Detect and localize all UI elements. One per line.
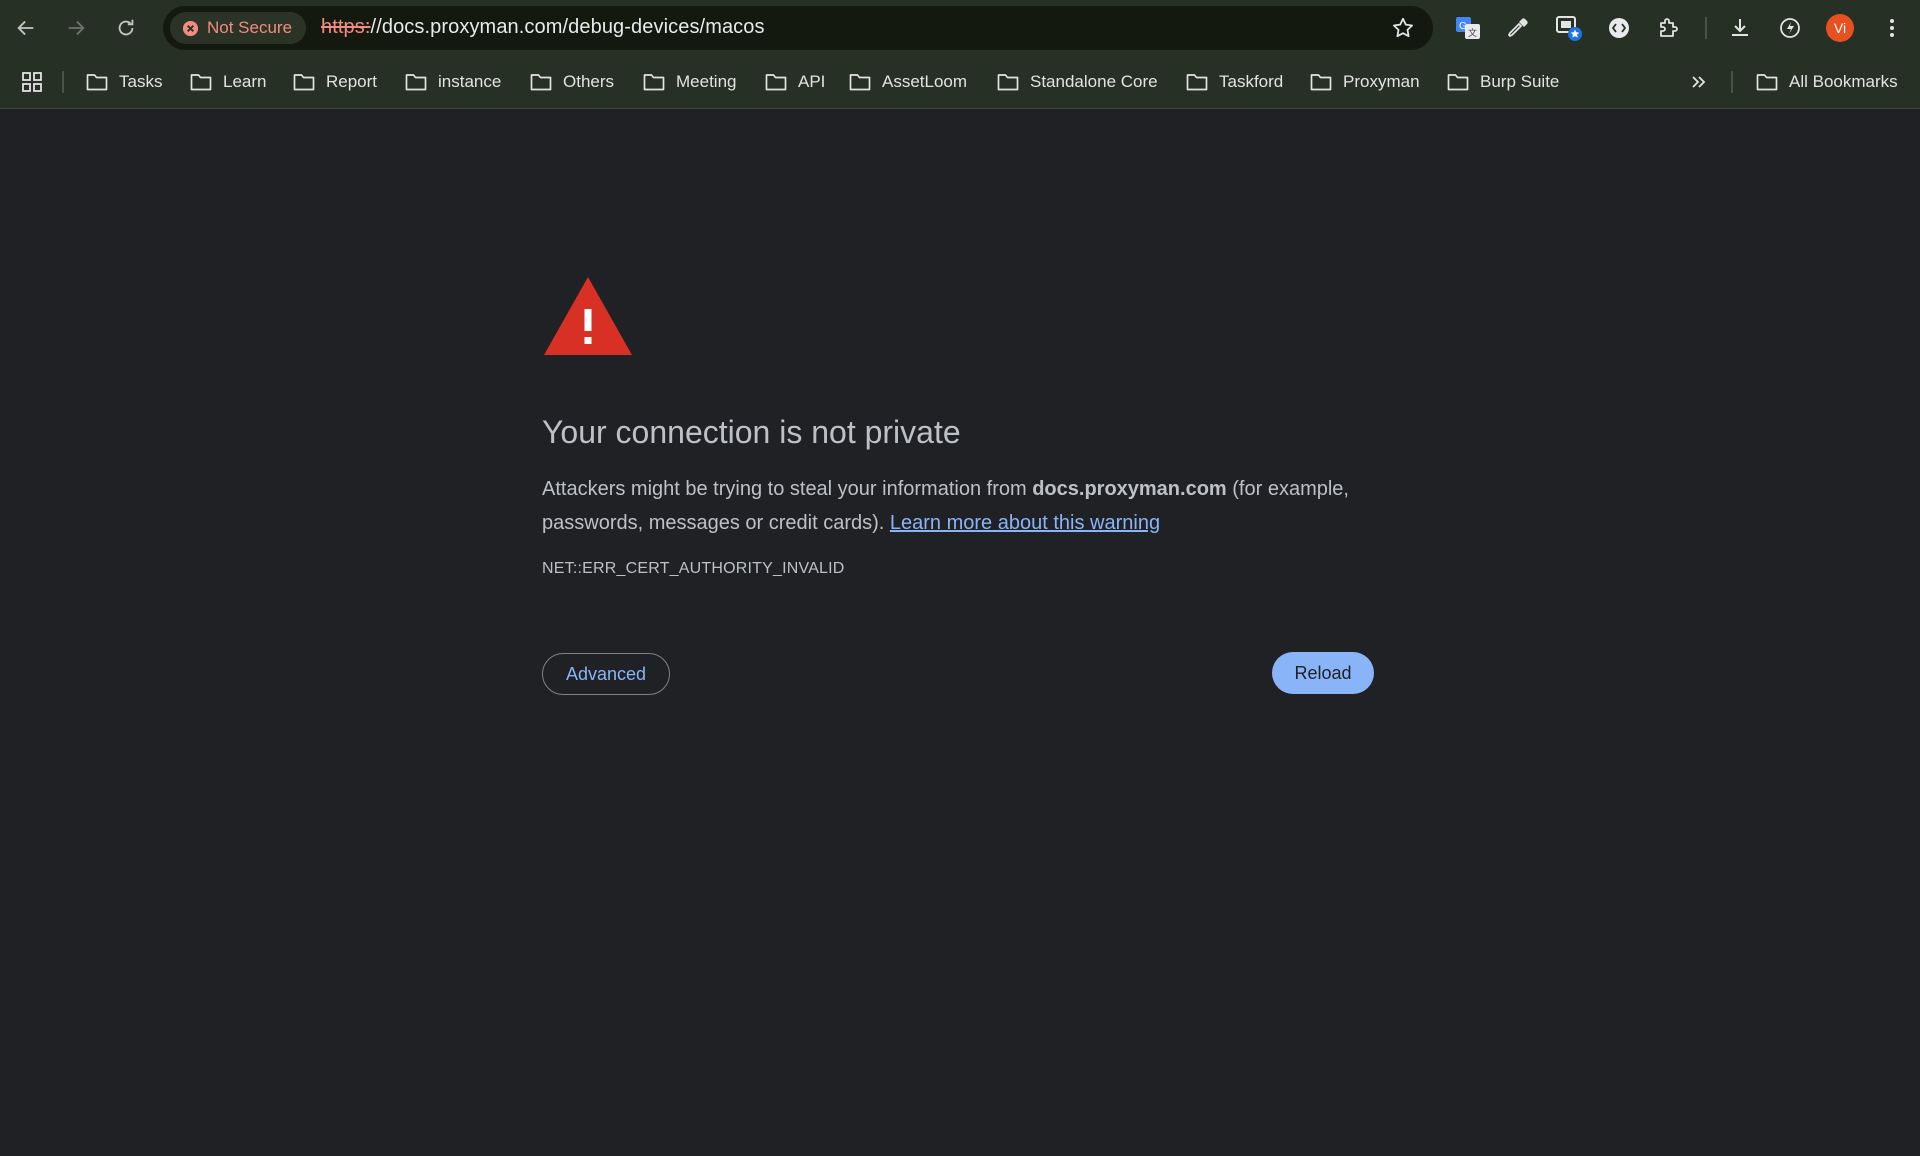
- url-scheme: https:: [321, 16, 371, 38]
- refresh-icon: [118, 19, 134, 36]
- bookmark-separator: [62, 71, 64, 93]
- apps-grid-icon[interactable]: [20, 70, 44, 94]
- performance-button[interactable]: [1774, 12, 1806, 44]
- action-buttons: Advanced Reload: [542, 652, 1374, 700]
- advanced-button[interactable]: Advanced: [542, 653, 670, 695]
- bookmark-separator: [1731, 71, 1733, 93]
- bookmark-burp-suite[interactable]: Burp Suite: [1447, 68, 1559, 96]
- profile-avatar[interactable]: Vi: [1826, 14, 1854, 42]
- bookmark-standalone-core[interactable]: Standalone Core: [997, 68, 1158, 96]
- arrow-right-icon: [68, 20, 85, 36]
- reload-button[interactable]: Reload: [1272, 652, 1374, 694]
- folder-icon: [765, 74, 787, 91]
- extensions-button[interactable]: [1653, 12, 1685, 44]
- folder-icon: [997, 74, 1019, 91]
- bookmark-proxyman[interactable]: Proxyman: [1310, 68, 1420, 96]
- translate-icon: G文: [1456, 17, 1480, 39]
- page-title: Your connection is not private: [542, 414, 961, 450]
- folder-icon: [1447, 74, 1469, 91]
- devtools-extension[interactable]: [1603, 12, 1635, 44]
- browser-toolbar: Not Secure https://docs.proxyman.com/deb…: [0, 0, 1920, 56]
- eyedropper-icon: [1507, 18, 1528, 38]
- folder-icon: [1756, 74, 1778, 91]
- browser-menu-button[interactable]: [1876, 12, 1908, 44]
- bookmarks-bar: Tasks Learn Report instance Others Meeti…: [0, 56, 1920, 109]
- bookmark-star-icon[interactable]: [1391, 16, 1415, 40]
- forward-button[interactable]: [58, 10, 94, 46]
- error-circle-icon: [182, 20, 199, 36]
- bookmark-assetloom[interactable]: AssetLoom: [849, 68, 967, 96]
- bookmark-instance[interactable]: instance: [405, 68, 501, 96]
- folder-icon: [1310, 74, 1332, 91]
- tab-manager-extension[interactable]: [1553, 12, 1585, 44]
- folder-icon: [293, 74, 315, 91]
- color-picker-extension[interactable]: [1502, 12, 1534, 44]
- energy-saver-icon: [1780, 18, 1800, 38]
- bookmark-tasks[interactable]: Tasks: [86, 68, 162, 96]
- not-secure-label: Not Secure: [207, 18, 293, 37]
- downloads-button[interactable]: [1724, 12, 1756, 44]
- back-button[interactable]: [8, 10, 44, 46]
- warning-triangle-icon: [544, 277, 632, 355]
- svg-text:G: G: [1459, 21, 1467, 32]
- toolbar-separator: [1705, 17, 1707, 39]
- bookmark-taskford[interactable]: Taskford: [1186, 68, 1283, 96]
- security-chip[interactable]: Not Secure: [170, 12, 306, 44]
- more-vert-icon: [1890, 19, 1894, 37]
- warning-description: Attackers might be trying to steal your …: [542, 478, 1349, 534]
- folder-icon: [643, 74, 665, 91]
- arrow-left-icon: [17, 20, 34, 36]
- folder-icon: [190, 74, 212, 91]
- windows-star-icon: [1556, 16, 1582, 41]
- url-text[interactable]: https://docs.proxyman.com/debug-devices/…: [321, 16, 765, 39]
- error-code: NET::ERR_CERT_AUTHORITY_INVALID: [542, 560, 845, 577]
- bookmark-meeting[interactable]: Meeting: [643, 68, 736, 96]
- bookmark-learn[interactable]: Learn: [190, 68, 266, 96]
- affected-domain: docs.proxyman.com: [1032, 478, 1227, 500]
- folder-icon: [86, 74, 108, 91]
- folder-icon: [1186, 74, 1208, 91]
- privacy-error-page: Your connection is not private Attackers…: [542, 275, 1374, 700]
- puzzle-icon: [1660, 18, 1678, 37]
- folder-icon: [530, 74, 552, 91]
- bookmark-api[interactable]: API: [765, 68, 825, 96]
- folder-icon: [849, 74, 871, 91]
- bookmark-report[interactable]: Report: [293, 68, 377, 96]
- bookmark-others[interactable]: Others: [530, 68, 614, 96]
- url-path: //docs.proxyman.com/debug-devices/macos: [370, 16, 765, 38]
- learn-more-link[interactable]: Learn more about this warning: [890, 512, 1160, 534]
- svg-text:文: 文: [1468, 27, 1477, 38]
- reload-page-button[interactable]: [108, 10, 144, 46]
- code-circle-icon: [1609, 18, 1629, 38]
- translate-extension[interactable]: G文: [1452, 12, 1484, 44]
- folder-icon: [405, 74, 427, 91]
- address-bar[interactable]: Not Secure https://docs.proxyman.com/deb…: [163, 6, 1433, 50]
- download-icon: [1732, 19, 1748, 36]
- chevron-double-right-icon[interactable]: [1688, 72, 1710, 92]
- all-bookmarks[interactable]: All Bookmarks: [1756, 68, 1898, 96]
